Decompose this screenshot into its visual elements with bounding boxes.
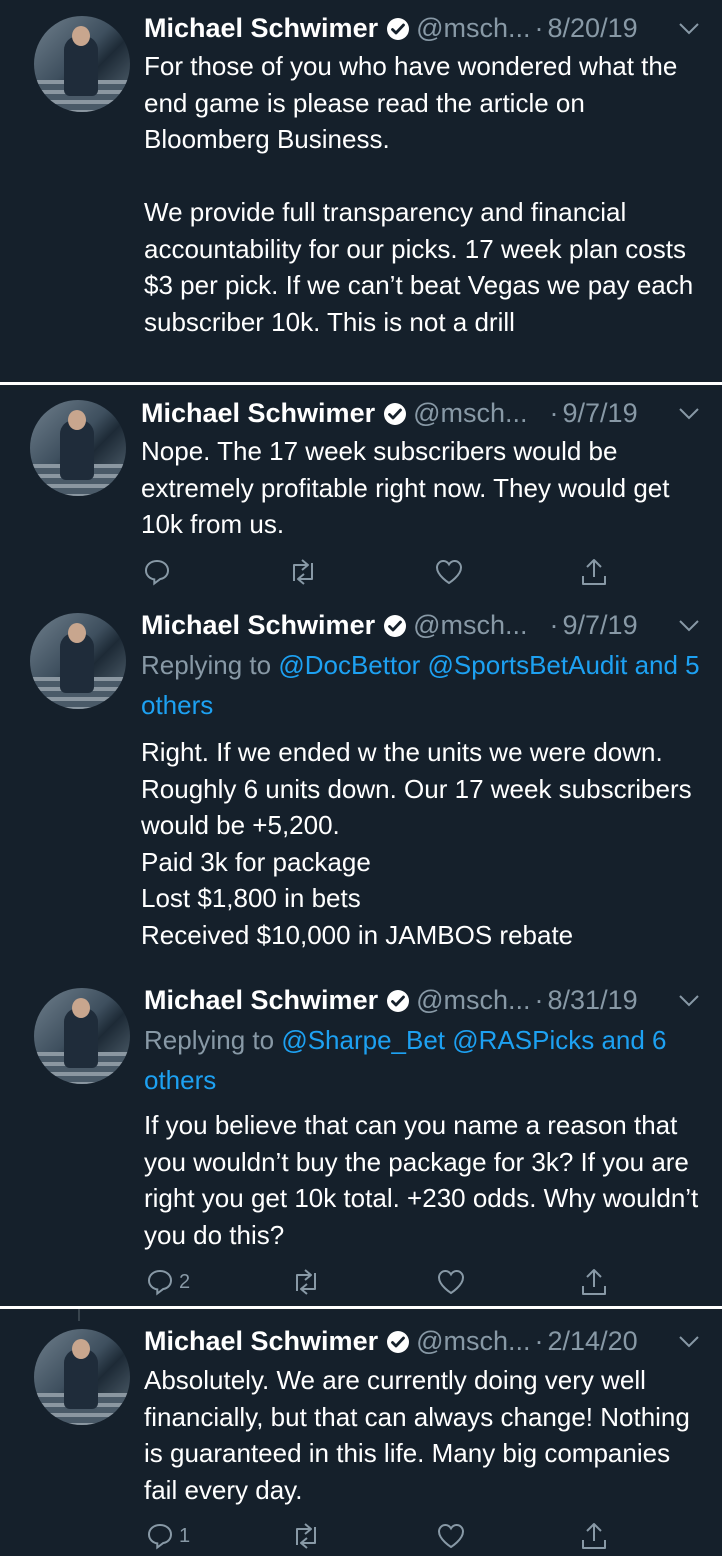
reply-icon [147, 1523, 173, 1550]
separator: · [534, 13, 544, 43]
tweet-panel-3: Michael Schwimer @msch... · 2/14/20 Abso… [0, 1309, 722, 1556]
avatar[interactable] [30, 400, 126, 496]
like-button[interactable] [436, 1265, 466, 1299]
share-icon [582, 1523, 606, 1549]
reply-icon [144, 559, 170, 586]
author-name[interactable]: Michael Schwimer [144, 12, 378, 44]
tweet-text: If you believe that can you name a reaso… [144, 1110, 699, 1250]
tweet-header: Michael Schwimer @msch... · 8/20/19 [144, 12, 638, 44]
separator: · [534, 985, 544, 1015]
tweet-text: Nope. The 17 week subscribers would be e… [141, 436, 670, 539]
share-button[interactable] [580, 555, 608, 589]
chevron-down-icon[interactable] [676, 1325, 702, 1357]
reply-icon [147, 1269, 173, 1296]
chevron-down-icon[interactable] [676, 609, 702, 641]
retweet-icon [296, 1269, 316, 1295]
retweet-button[interactable] [289, 1265, 323, 1299]
author-handle[interactable]: @msch... [416, 12, 530, 44]
tweet-text: Absolutely. We are currently doing very … [144, 1365, 690, 1505]
share-icon [582, 1269, 606, 1295]
tweet-panel-1: Michael Schwimer @msch... · 8/20/19 For … [0, 0, 722, 382]
tweet-header: Michael Schwimer @msch... · 2/14/20 [144, 1325, 638, 1357]
retweet-button[interactable] [286, 555, 320, 589]
tweet-actions: 1 [0, 1519, 722, 1553]
replying-to: Replying to @Sharpe_Bet @RASPicks and 6 … [144, 1020, 700, 1100]
like-icon [435, 559, 463, 585]
chevron-down-icon[interactable] [676, 984, 702, 1016]
author-name[interactable]: Michael Schwimer [144, 984, 378, 1016]
reply-button[interactable]: 2 [145, 1265, 190, 1299]
avatar[interactable] [34, 16, 130, 112]
tweet-date[interactable]: 9/7/19 [563, 397, 638, 429]
replying-to: Replying to @DocBettor @SportsBetAudit a… [141, 645, 701, 725]
retweet-button[interactable] [289, 1519, 323, 1553]
verified-icon [384, 615, 407, 637]
tweet-date[interactable]: 9/7/19 [563, 609, 638, 641]
share-button[interactable] [580, 1519, 608, 1553]
reply-count: 1 [179, 1524, 191, 1547]
author-handle[interactable]: @msch... [413, 609, 527, 641]
like-icon [437, 1269, 465, 1295]
tweet-header: Michael Schwimer @msch... · 9/7/19 [141, 397, 638, 429]
separator: · [549, 398, 559, 428]
author-handle[interactable]: @msch... [416, 984, 530, 1016]
share-icon [582, 559, 606, 585]
separator: · [549, 610, 559, 640]
tweet-header: Michael Schwimer @msch... · 8/31/19 [144, 984, 638, 1016]
verified-icon [384, 403, 407, 425]
avatar[interactable] [30, 613, 126, 709]
tweet-text: Right. If we ended w the units we were d… [141, 737, 692, 950]
retweet-icon [293, 559, 313, 585]
author-name[interactable]: Michael Schwimer [144, 1325, 378, 1357]
tweet-panel-2: Michael Schwimer @msch... · 9/7/19 Nope.… [0, 385, 722, 1306]
verified-icon [387, 18, 410, 40]
reply-count: 2 [179, 1270, 191, 1293]
verified-icon [387, 1331, 410, 1353]
like-icon [437, 1523, 465, 1549]
share-button[interactable] [580, 1265, 608, 1299]
replying-to-label: Replying to [141, 650, 279, 680]
like-button[interactable] [434, 555, 464, 589]
verified-icon [387, 990, 410, 1012]
author-handle[interactable]: @msch... [416, 1325, 530, 1357]
tweet-date[interactable]: 8/31/19 [548, 984, 638, 1016]
author-name[interactable]: Michael Schwimer [141, 609, 375, 641]
tweet-actions [0, 555, 722, 589]
tweet-header: Michael Schwimer @msch... · 9/7/19 [141, 609, 638, 641]
thread-line [78, 1309, 80, 1321]
tweet-date[interactable]: 8/20/19 [548, 12, 638, 44]
reply-button[interactable]: 1 [145, 1519, 190, 1553]
tweet-date[interactable]: 2/14/20 [548, 1325, 638, 1357]
retweet-icon [296, 1523, 316, 1549]
like-button[interactable] [436, 1519, 466, 1553]
reply-button[interactable] [142, 555, 176, 589]
tweet-actions: 2 [0, 1265, 722, 1299]
chevron-down-icon[interactable] [676, 397, 702, 429]
separator: · [534, 1326, 544, 1356]
avatar[interactable] [34, 1329, 130, 1425]
tweet-text: For those of you who have wondered what … [144, 51, 694, 337]
replying-to-label: Replying to [144, 1025, 282, 1055]
avatar[interactable] [34, 988, 130, 1084]
author-handle[interactable]: @msch... [413, 397, 527, 429]
chevron-down-icon[interactable] [676, 12, 702, 44]
author-name[interactable]: Michael Schwimer [141, 397, 375, 429]
